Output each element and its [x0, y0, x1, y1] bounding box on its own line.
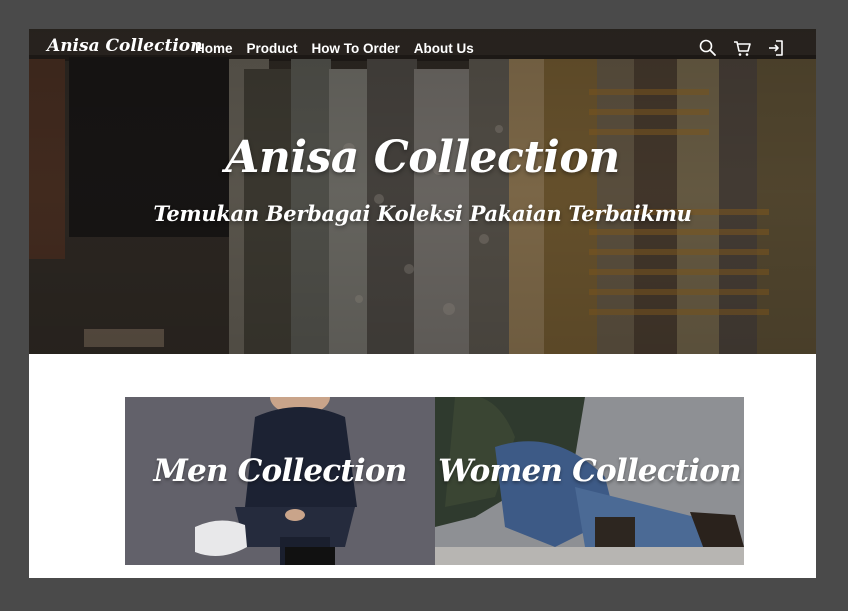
- nav-link-about-us[interactable]: About Us: [414, 41, 474, 56]
- women-collection-label: Women Collection: [438, 453, 742, 489]
- nav-link-how-to-order[interactable]: How To Order: [312, 41, 400, 56]
- hero-subtitle: Temukan Berbagai Koleksi Pakaian Terbaik…: [153, 201, 692, 226]
- page-frame: Anisa Collection Home Product How To Ord…: [29, 29, 816, 578]
- collections-section: Men Collection Women Collection: [125, 397, 744, 565]
- hero-overlay: [29, 29, 816, 354]
- men-collection-card[interactable]: Men Collection: [125, 397, 435, 565]
- search-icon[interactable]: [698, 38, 718, 58]
- cart-icon[interactable]: [732, 38, 752, 58]
- nav-icons: [698, 38, 786, 58]
- women-collection-card[interactable]: Women Collection: [435, 397, 744, 565]
- nav-link-home[interactable]: Home: [195, 41, 233, 56]
- men-collection-label: Men Collection: [153, 453, 408, 489]
- login-icon[interactable]: [766, 38, 786, 58]
- nav-links: Home Product How To Order About Us: [195, 41, 474, 56]
- hero-title: Anisa Collection: [225, 132, 620, 183]
- hero-banner: Anisa Collection Home Product How To Ord…: [29, 29, 816, 354]
- navbar: Anisa Collection Home Product How To Ord…: [29, 29, 816, 69]
- nav-link-product[interactable]: Product: [247, 41, 298, 56]
- brand-logo[interactable]: Anisa Collection: [47, 36, 202, 56]
